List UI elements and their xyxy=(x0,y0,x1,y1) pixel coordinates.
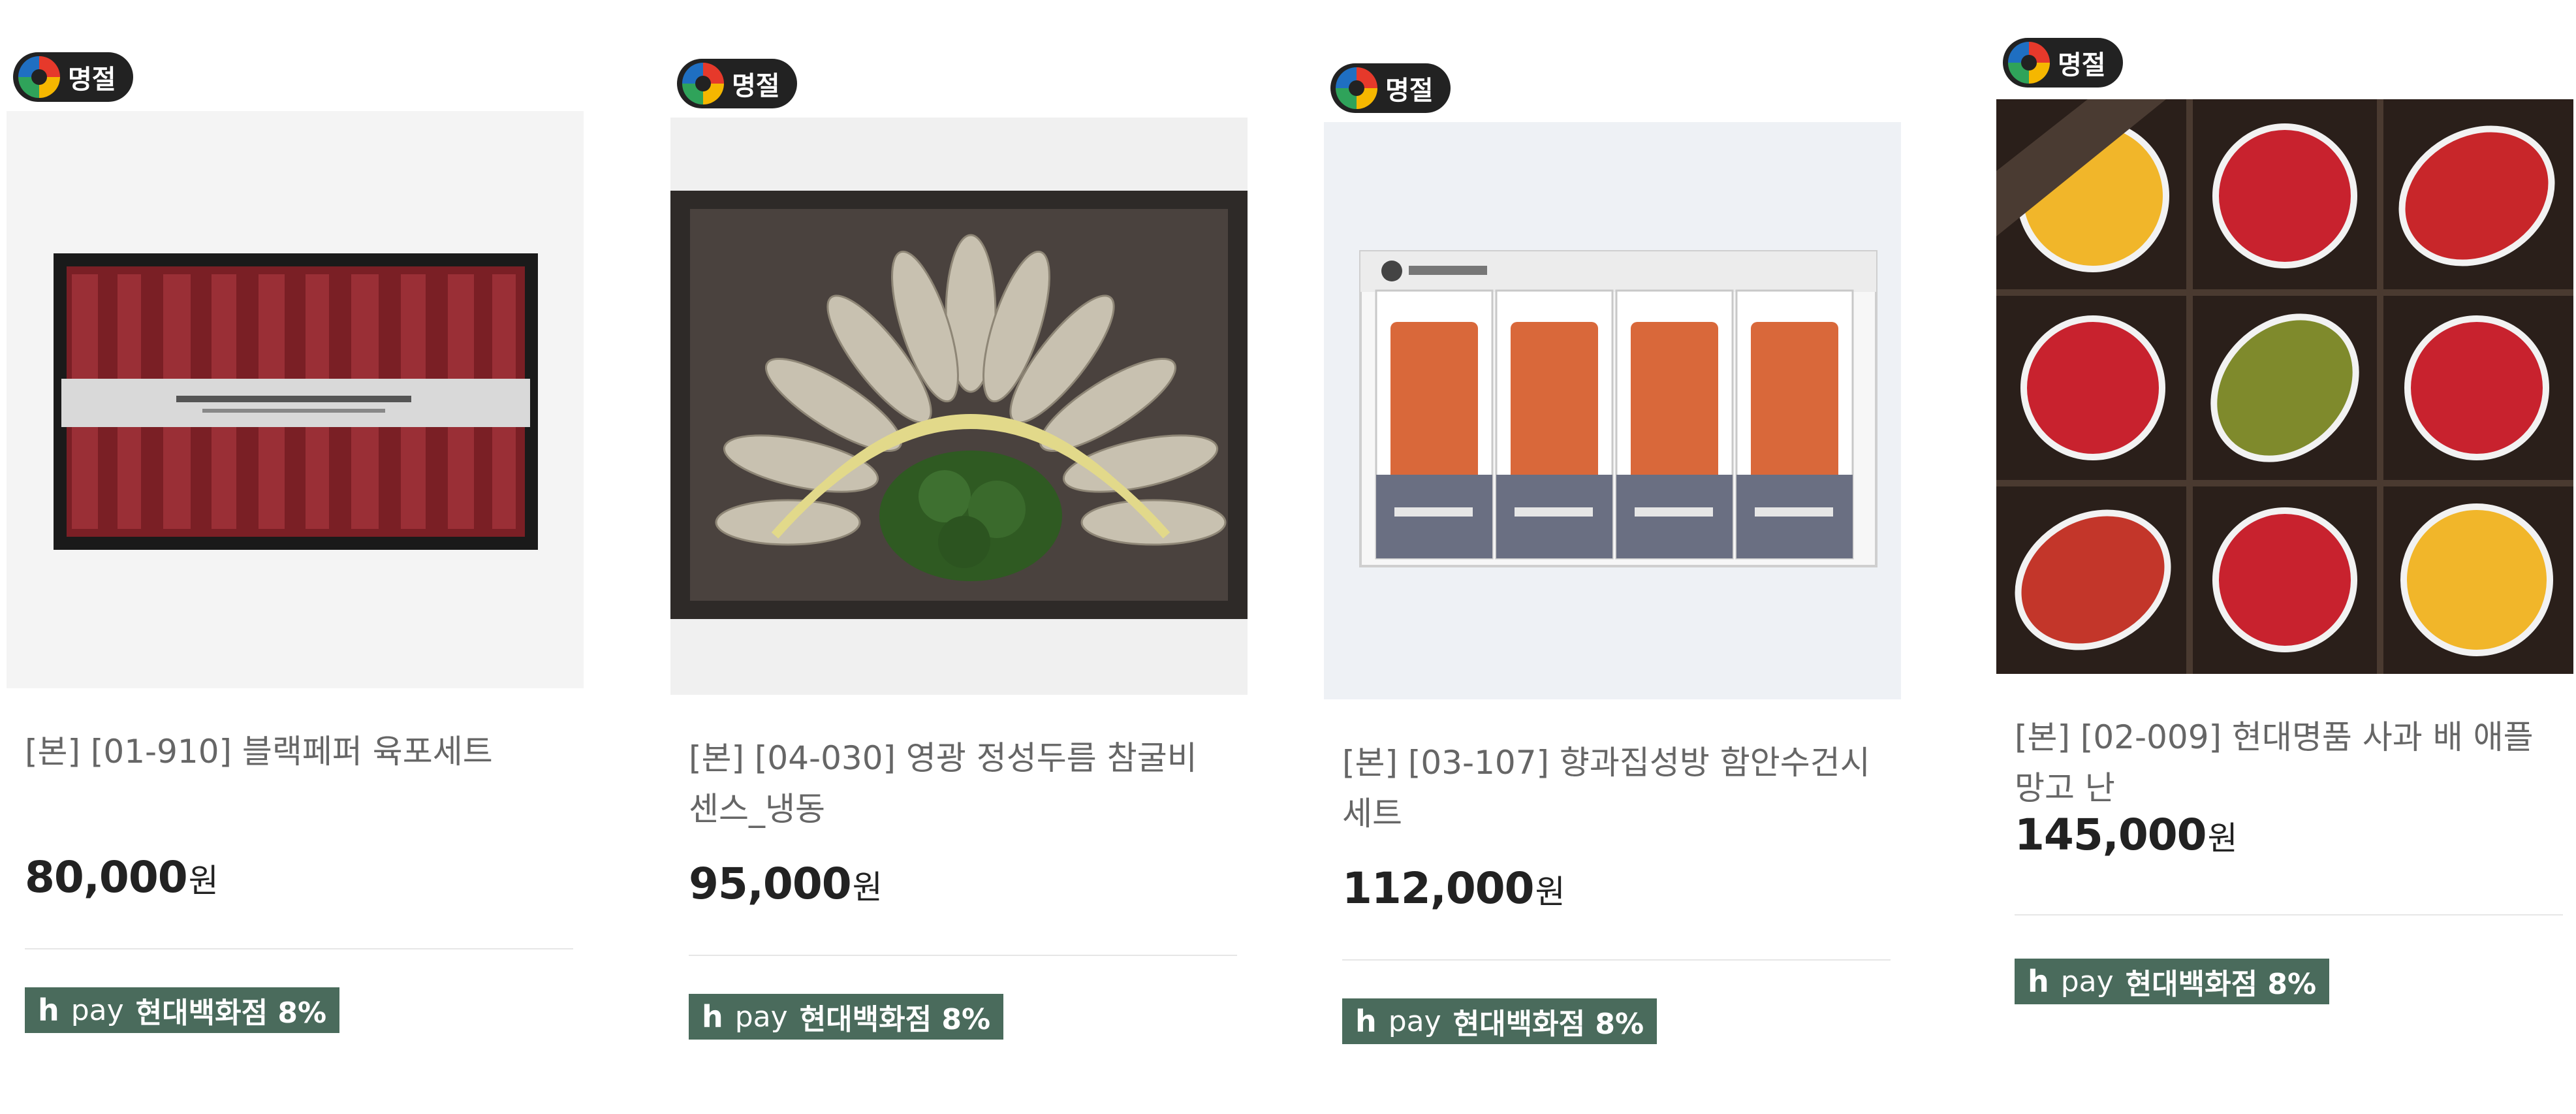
hpay-benefit-badge: h pay 현대백화점 8% xyxy=(2015,959,2330,1004)
hpay-benefit-badge: h pay 현대백화점 8% xyxy=(25,987,340,1033)
beef-jerky-box-icon xyxy=(7,111,584,688)
hpay-benefit-text: 현대백화점 8% xyxy=(799,1003,991,1036)
product-grid: 명절 [본] [01-910] 블랙페퍼 육포세트 80,000원 h pay … xyxy=(0,0,2576,1114)
price-unit: 원 xyxy=(2207,820,2238,857)
fruit-box-icon xyxy=(1996,99,2573,674)
badge-label: 명절 xyxy=(2058,50,2106,80)
hpay-benefit-badge: h pay 현대백화점 8% xyxy=(1342,998,1657,1044)
holiday-badge: 명절 xyxy=(13,52,133,102)
product-name[interactable]: [본] [01-910] 블랙페퍼 육포세트 xyxy=(25,726,573,777)
hpay-pay-label: pay xyxy=(71,993,124,1027)
product-price: 95,000원 xyxy=(689,859,883,909)
hpay-benefit-badge: h pay 현대백화점 8% xyxy=(689,994,1004,1040)
persimmon-box-icon xyxy=(1324,122,1901,699)
hpay-logo-icon: h xyxy=(702,999,723,1034)
product-image[interactable] xyxy=(1324,122,1901,699)
hpay-benefit-text: 현대백화점 8% xyxy=(2125,968,2317,1001)
product-name[interactable]: [본] [03-107] 향과집성방 함안수건시 세트 xyxy=(1342,737,1891,839)
badge-label: 명절 xyxy=(732,71,780,101)
product-image[interactable] xyxy=(670,118,1248,695)
product-image[interactable] xyxy=(7,111,584,688)
price-unit: 원 xyxy=(1535,873,1565,911)
price-unit: 원 xyxy=(852,868,883,906)
croaker-box-icon xyxy=(670,118,1248,695)
hpay-pay-label: pay xyxy=(2060,964,2114,998)
price-value: 112,000 xyxy=(1342,863,1535,914)
divider xyxy=(1342,959,1891,961)
holiday-badge: 명절 xyxy=(1330,63,1451,113)
hpay-logo-icon: h xyxy=(2028,964,2049,999)
product-name[interactable]: [본] [04-030] 영광 정성두름 참굴비 센스_냉동 xyxy=(689,733,1237,835)
price-value: 145,000 xyxy=(2015,810,2207,860)
product-name[interactable]: [본] [02-009] 현대명품 사과 배 애플망고 난 xyxy=(2015,712,2563,814)
price-unit: 원 xyxy=(188,862,219,900)
hpay-logo-icon: h xyxy=(38,993,59,1028)
hpay-logo-icon: h xyxy=(1355,1004,1377,1039)
brand-logo-icon xyxy=(1336,67,1377,109)
divider xyxy=(25,948,573,949)
product-price: 80,000원 xyxy=(25,852,219,902)
holiday-badge: 명절 xyxy=(677,59,797,108)
brand-logo-icon xyxy=(682,63,724,104)
hpay-pay-label: pay xyxy=(1388,1004,1441,1038)
hpay-benefit-text: 현대백화점 8% xyxy=(1453,1008,1644,1041)
hpay-benefit-text: 현대백화점 8% xyxy=(135,996,327,1030)
holiday-badge: 명절 xyxy=(2003,38,2123,88)
brand-logo-icon xyxy=(2008,42,2050,84)
product-price: 145,000원 xyxy=(2015,810,2238,860)
badge-label: 명절 xyxy=(68,65,116,95)
hpay-pay-label: pay xyxy=(734,1000,788,1034)
divider xyxy=(2015,914,2563,915)
price-value: 80,000 xyxy=(25,852,188,902)
product-image[interactable] xyxy=(1996,99,2573,674)
brand-logo-icon xyxy=(18,56,60,98)
product-price: 112,000원 xyxy=(1342,863,1565,914)
badge-label: 명절 xyxy=(1385,76,1434,106)
divider xyxy=(689,955,1237,956)
price-value: 95,000 xyxy=(689,859,852,909)
